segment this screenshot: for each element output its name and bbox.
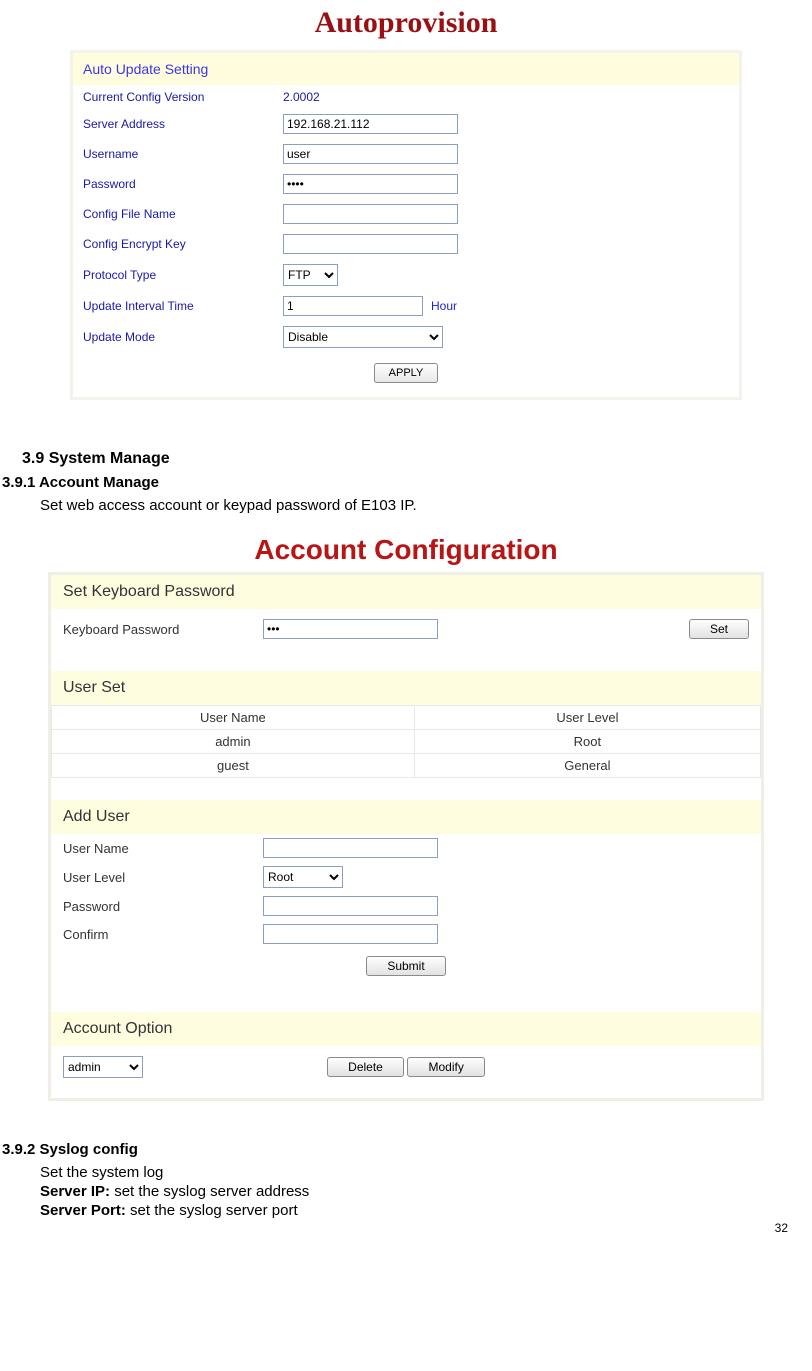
server-address-input[interactable]	[283, 114, 458, 134]
label-add-user-level: User Level	[63, 870, 263, 885]
section-add-user: Add User	[51, 800, 761, 834]
section-account-option: Account Option	[51, 1012, 761, 1046]
label-keyboard-password: Keyboard Password	[63, 622, 263, 637]
row-update-mode: Update Mode Disable	[73, 321, 739, 353]
heading-3-9-2: 3.9.2 Syslog config	[2, 1141, 812, 1158]
update-mode-select[interactable]: Disable	[283, 326, 443, 348]
user-table: User Name User Level admin Root guest Ge…	[51, 705, 761, 778]
row-add-user-confirm: Confirm	[51, 920, 761, 948]
user-level-cell: Root	[414, 730, 760, 754]
user-table-header-level: User Level	[414, 706, 760, 730]
add-user-name-input[interactable]	[263, 838, 438, 858]
paragraph-3-9-2b: Server IP: set the syslog server address	[40, 1183, 812, 1200]
row-add-user-password: Password	[51, 892, 761, 920]
row-username: Username	[73, 139, 739, 169]
page-number: 32	[775, 1221, 788, 1235]
config-encrypt-key-input[interactable]	[283, 234, 458, 254]
row-current-config-version: Current Config Version 2.0002	[73, 85, 739, 109]
value-current-config-version: 2.0002	[283, 90, 320, 104]
label-server-ip: Server IP:	[40, 1183, 110, 1200]
paragraph-3-9-1: Set web access account or keypad passwor…	[40, 497, 812, 514]
account-config-title: Account Configuration	[0, 534, 812, 566]
add-user-level-select[interactable]: Root	[263, 866, 343, 888]
update-interval-time-input[interactable]	[283, 296, 423, 316]
set-button[interactable]: Set	[689, 619, 749, 639]
modify-button[interactable]: Modify	[407, 1057, 484, 1077]
label-add-user-confirm: Confirm	[63, 927, 263, 942]
label-current-config-version: Current Config Version	[83, 90, 283, 104]
autoprovision-title: Autoprovision	[0, 6, 812, 40]
user-level-cell: General	[414, 754, 760, 778]
add-user-password-input[interactable]	[263, 896, 438, 916]
table-row: admin Root	[52, 730, 761, 754]
label-update-interval-time: Update Interval Time	[83, 299, 283, 313]
username-input[interactable]	[283, 144, 458, 164]
row-add-user-level: User Level Root	[51, 862, 761, 892]
delete-button[interactable]: Delete	[327, 1057, 404, 1077]
keyboard-password-input[interactable]	[263, 619, 438, 639]
user-table-header-name: User Name	[52, 706, 415, 730]
table-row: guest General	[52, 754, 761, 778]
row-protocol-type: Protocol Type FTP	[73, 259, 739, 291]
submit-button[interactable]: Submit	[366, 956, 445, 976]
paragraph-3-9-2c: Server Port: set the syslog server port	[40, 1202, 812, 1219]
text-server-port: set the syslog server port	[126, 1202, 298, 1219]
row-password: Password	[73, 169, 739, 199]
label-server-address: Server Address	[83, 117, 283, 131]
account-config-panel: Set Keyboard Password Keyboard Password …	[48, 572, 764, 1101]
protocol-type-select[interactable]: FTP	[283, 264, 338, 286]
autoprovision-panel: Auto Update Setting Current Config Versi…	[70, 50, 742, 400]
user-name-cell: guest	[52, 754, 415, 778]
section-keyboard-password: Set Keyboard Password	[51, 575, 761, 609]
row-server-address: Server Address	[73, 109, 739, 139]
row-keyboard-password: Keyboard Password Set	[51, 609, 761, 649]
label-config-file-name: Config File Name	[83, 207, 283, 221]
label-password: Password	[83, 177, 283, 191]
row-update-interval-time: Update Interval Time Hour	[73, 291, 739, 321]
config-file-name-input[interactable]	[283, 204, 458, 224]
label-update-mode: Update Mode	[83, 330, 283, 344]
section-user-set: User Set	[51, 671, 761, 705]
user-name-cell: admin	[52, 730, 415, 754]
label-server-port: Server Port:	[40, 1202, 126, 1219]
heading-3-9: 3.9 System Manage	[22, 450, 812, 468]
label-add-user-name: User Name	[63, 841, 263, 856]
row-add-user-name: User Name	[51, 834, 761, 862]
user-table-header: User Name User Level	[52, 706, 761, 730]
row-account-option: admin Delete Modify	[51, 1046, 761, 1098]
update-interval-unit: Hour	[431, 299, 457, 313]
password-input[interactable]	[283, 174, 458, 194]
label-add-user-password: Password	[63, 899, 263, 914]
label-protocol-type: Protocol Type	[83, 268, 283, 282]
heading-3-9-1: 3.9.1 Account Manage	[2, 474, 812, 491]
add-user-confirm-input[interactable]	[263, 924, 438, 944]
label-config-encrypt-key: Config Encrypt Key	[83, 237, 283, 251]
apply-button[interactable]: APPLY	[374, 363, 439, 383]
label-username: Username	[83, 147, 283, 161]
row-config-encrypt-key: Config Encrypt Key	[73, 229, 739, 259]
account-option-select[interactable]: admin	[63, 1056, 143, 1078]
paragraph-3-9-2a: Set the system log	[40, 1164, 812, 1181]
text-server-ip: set the syslog server address	[110, 1183, 309, 1200]
auto-update-section-header: Auto Update Setting	[73, 53, 739, 85]
row-config-file-name: Config File Name	[73, 199, 739, 229]
